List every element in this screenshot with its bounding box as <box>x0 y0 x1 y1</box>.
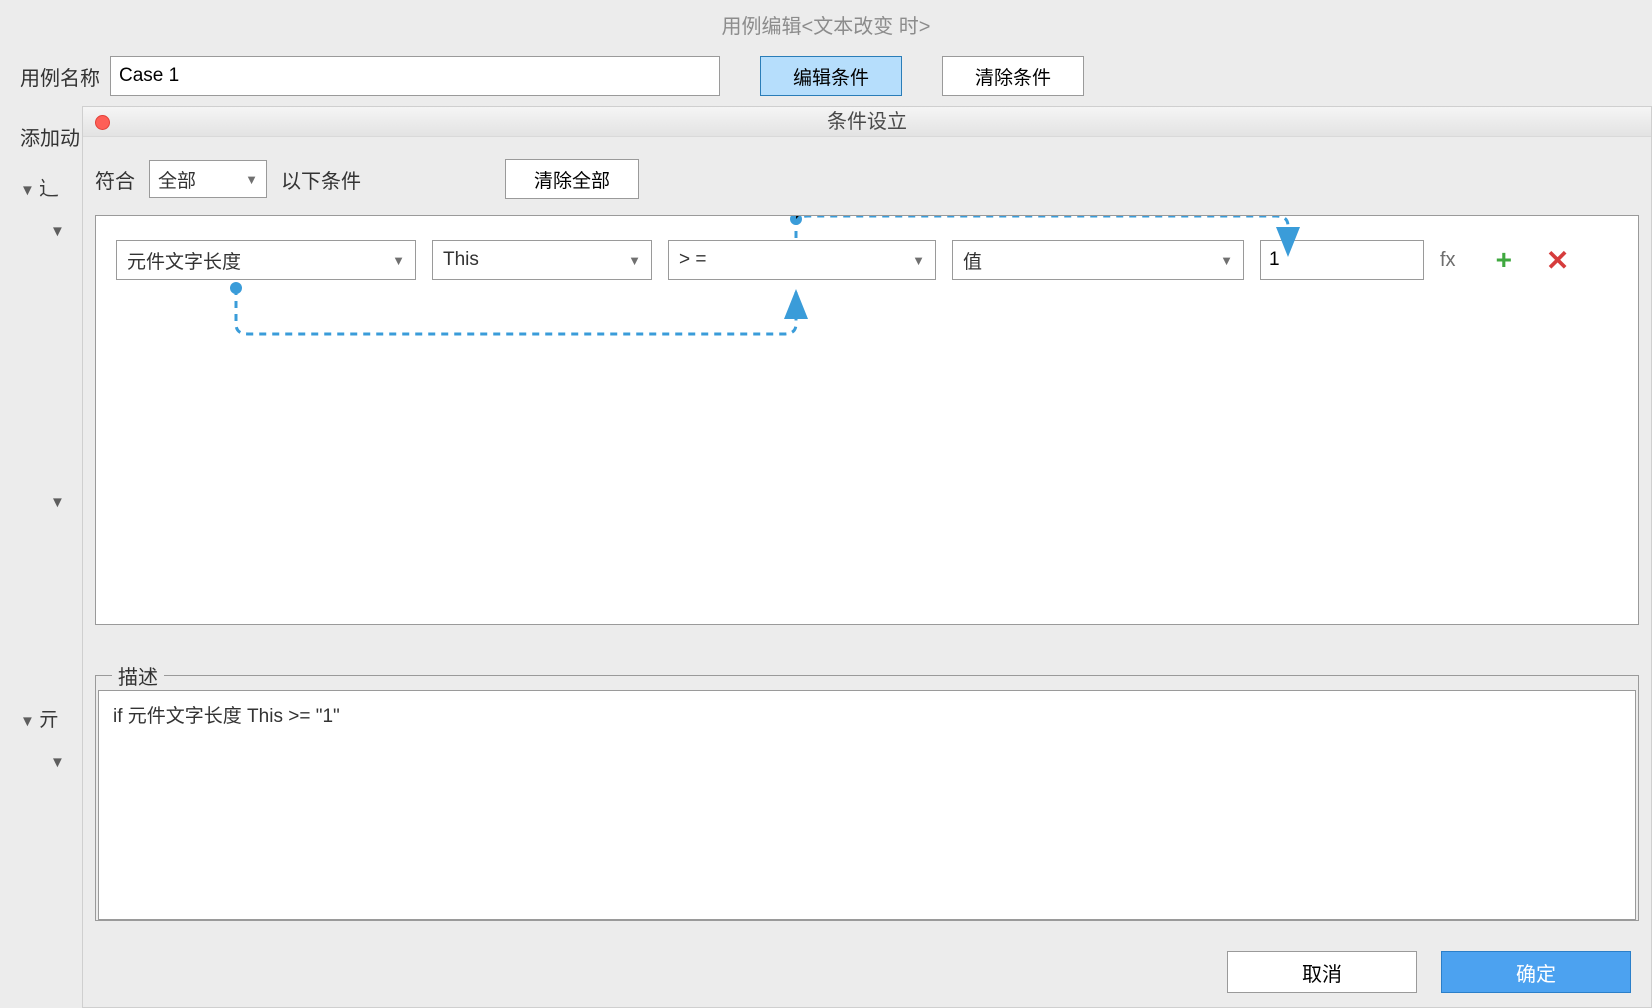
modal-titlebar: 条件设立 <box>83 107 1651 137</box>
tree-row[interactable]: ▼亓 <box>20 703 90 732</box>
condition-valuetype-value: 值 <box>963 247 982 274</box>
chevron-down-icon: ▼ <box>245 172 258 187</box>
chevron-down-icon: ▼ <box>20 182 35 199</box>
condition-setup-dialog: 条件设立 符合 全部 ▼ 以下条件 清除全部 元件文字长度 ▼ This ▼ <box>82 106 1652 1008</box>
condition-field-value: 元件文字长度 <box>127 247 241 274</box>
cancel-button[interactable]: 取消 <box>1227 951 1417 993</box>
chevron-down-icon: ▼ <box>628 253 641 268</box>
description-legend: 描述 <box>112 661 164 690</box>
fx-button[interactable]: fx <box>1440 249 1456 272</box>
edit-condition-button[interactable]: 编辑条件 <box>760 56 902 96</box>
add-action-label: 添加动 <box>20 122 80 151</box>
chevron-down-icon: ▼ <box>50 754 65 771</box>
condition-value-input[interactable] <box>1260 240 1424 280</box>
condition-target-value: This <box>443 249 479 271</box>
clear-all-button[interactable]: 清除全部 <box>505 159 639 199</box>
condition-field-select[interactable]: 元件文字长度 ▼ <box>116 240 416 280</box>
description-text: if 元件文字长度 This >= "1" <box>98 690 1636 920</box>
chevron-down-icon: ▼ <box>912 253 925 268</box>
add-condition-icon[interactable]: + <box>1496 244 1512 276</box>
condition-operator-select[interactable]: > = ▼ <box>668 240 936 280</box>
chevron-down-icon: ▼ <box>392 253 405 268</box>
conditions-container: 元件文字长度 ▼ This ▼ > = ▼ 值 ▼ fx + ✕ <box>95 215 1639 625</box>
match-prefix-label: 符合 <box>95 165 135 194</box>
condition-target-select[interactable]: This ▼ <box>432 240 652 280</box>
tree-row[interactable]: ▼辶 <box>20 172 90 201</box>
match-suffix-label: 以下条件 <box>281 165 361 194</box>
description-group: 描述 if 元件文字长度 This >= "1" <box>95 661 1639 921</box>
case-name-label: 用例名称 <box>20 62 100 91</box>
match-scope-value: 全部 <box>158 166 196 193</box>
case-name-input[interactable] <box>110 56 720 96</box>
clear-condition-button[interactable]: 清除条件 <box>942 56 1084 96</box>
modal-title: 条件设立 <box>83 107 1651 137</box>
chevron-down-icon: ▼ <box>50 494 65 511</box>
condition-valuetype-select[interactable]: 值 ▼ <box>952 240 1244 280</box>
ok-button[interactable]: 确定 <box>1441 951 1631 993</box>
match-scope-select[interactable]: 全部 ▼ <box>149 160 267 198</box>
chevron-down-icon: ▼ <box>20 713 35 730</box>
remove-condition-icon[interactable]: ✕ <box>1546 244 1569 277</box>
left-action-tree: ▼辶 ▼ ▼ ▼亓 ▼ <box>20 172 90 773</box>
chevron-down-icon: ▼ <box>50 223 65 240</box>
condition-operator-value: > = <box>679 249 706 271</box>
chevron-down-icon: ▼ <box>1220 253 1233 268</box>
parent-window-title: 用例编辑<文本改变 时> <box>0 10 1652 39</box>
condition-row: 元件文字长度 ▼ This ▼ > = ▼ 值 ▼ fx + ✕ <box>116 240 1618 280</box>
